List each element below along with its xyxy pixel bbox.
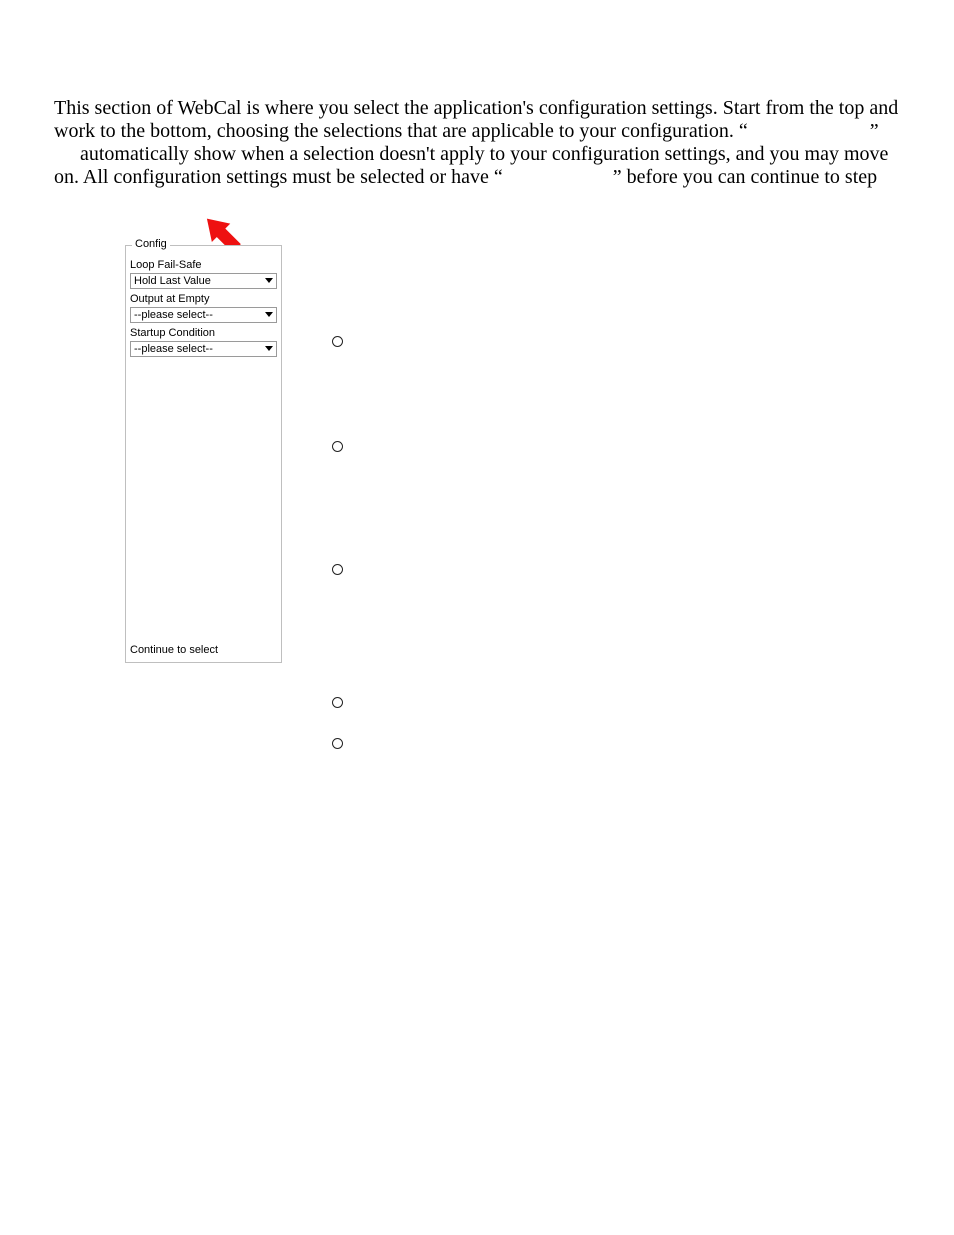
list-bullet-icon (332, 738, 343, 749)
config-panel-legend: Config (132, 238, 170, 250)
list-bullet-icon (332, 697, 343, 708)
list-bullet-icon (332, 441, 343, 452)
select-output-at-empty[interactable]: --please select-- (130, 307, 277, 323)
chevron-down-icon (265, 312, 273, 317)
config-panel: Config Loop Fail-Safe Hold Last Value Ou… (125, 245, 282, 663)
page-root: This section of WebCal is where you sele… (0, 0, 954, 1235)
intro-paragraph: This section of WebCal is where you sele… (54, 97, 904, 189)
intro-text-4: ” before you can continue to step (613, 166, 877, 188)
chevron-down-icon (265, 346, 273, 351)
intro-text-2: ” (870, 120, 879, 142)
select-loop-fail-safe-value: Hold Last Value (134, 275, 211, 287)
list-bullet-icon (332, 336, 343, 347)
label-loop-fail-safe: Loop Fail-Safe (130, 259, 277, 271)
intro-text-1: This section of WebCal is where you sele… (54, 97, 898, 142)
select-output-at-empty-value: --please select-- (134, 309, 213, 321)
list-bullet-icon (332, 564, 343, 575)
select-loop-fail-safe[interactable]: Hold Last Value (130, 273, 277, 289)
chevron-down-icon (265, 278, 273, 283)
config-footer-text: Continue to select (130, 644, 218, 656)
select-startup-condition-value: --please select-- (134, 343, 213, 355)
label-startup-condition: Startup Condition (130, 327, 277, 339)
label-output-at-empty: Output at Empty (130, 293, 277, 305)
select-startup-condition[interactable]: --please select-- (130, 341, 277, 357)
